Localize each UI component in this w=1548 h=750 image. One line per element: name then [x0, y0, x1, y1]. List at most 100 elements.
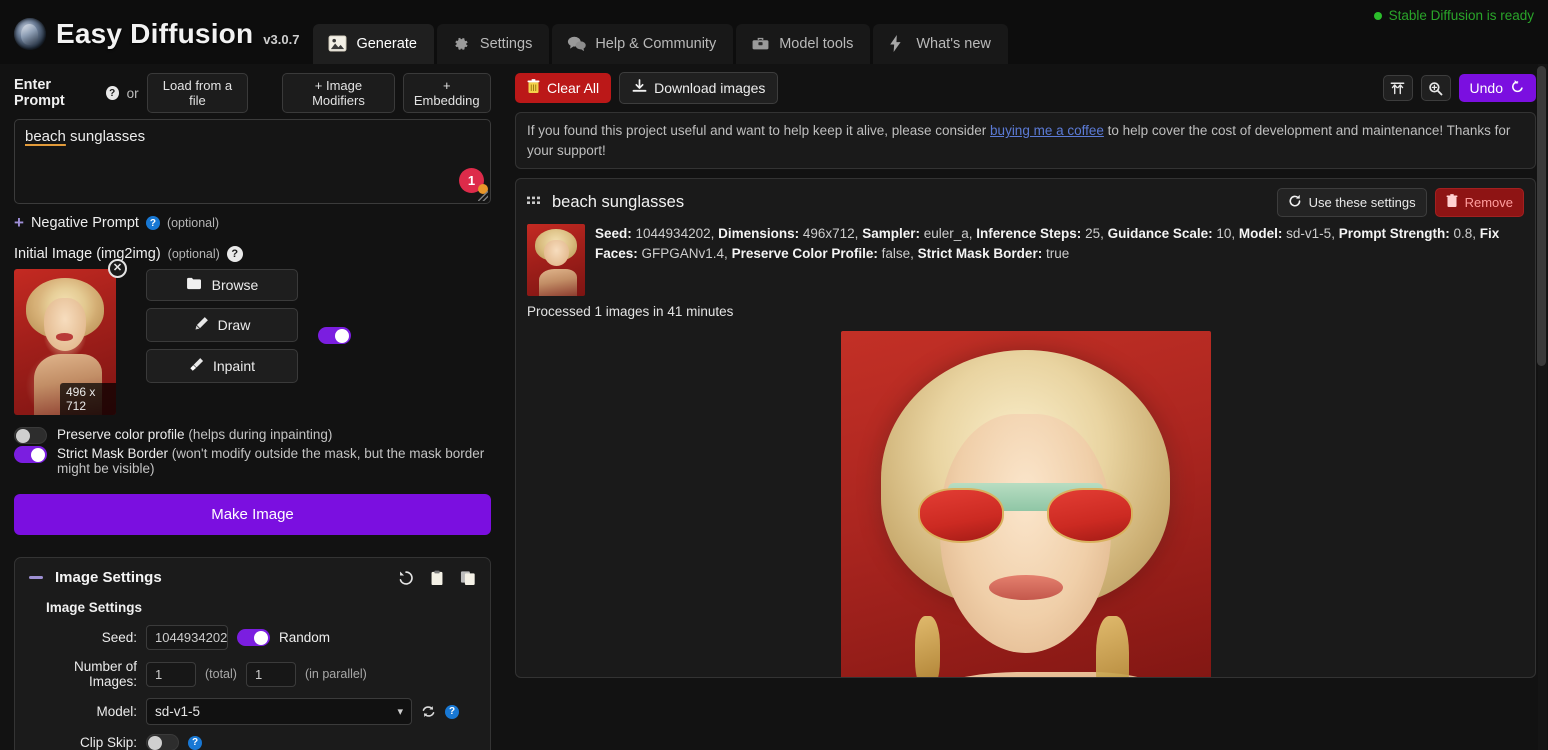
tab-settings[interactable]: Settings: [437, 24, 549, 64]
optional-label: (optional): [167, 216, 219, 230]
parallel-note: (in parallel): [305, 667, 367, 681]
close-icon[interactable]: ✕: [108, 259, 127, 278]
page-scrollbar-thumb[interactable]: [1537, 66, 1546, 366]
page-scrollbar-track[interactable]: [1538, 64, 1547, 750]
help-icon[interactable]: ?: [227, 246, 243, 262]
refresh-icon: [1288, 194, 1302, 211]
main-body: Enter Prompt ? or Load from a file + Ima…: [0, 64, 1548, 750]
preserve-color-toggle[interactable]: [14, 427, 47, 444]
random-seed-toggle[interactable]: [237, 629, 270, 646]
arrows-up-icon[interactable]: [1383, 75, 1413, 101]
initial-image-thumbnail[interactable]: 496 x 712: [14, 269, 116, 415]
use-these-settings-label: Use these settings: [1309, 195, 1416, 210]
embedding-button[interactable]: + Embedding: [403, 73, 491, 113]
meta-key: Sampler:: [862, 226, 920, 241]
thumb-lips-shape: [56, 333, 73, 340]
seed-input[interactable]: 1044934202: [146, 625, 228, 650]
or-label: or: [127, 86, 139, 101]
strict-mask-toggle[interactable]: [14, 446, 47, 463]
lightning-icon: [888, 35, 907, 52]
meta-value: 0.8,: [1450, 226, 1480, 241]
refresh-icon[interactable]: [421, 704, 436, 719]
prompt-label: Enter Prompt: [14, 77, 98, 109]
output-earring-right-shape: [1096, 616, 1129, 678]
remove-label: Remove: [1465, 195, 1513, 210]
undo-arrow-icon: [1510, 79, 1525, 97]
result-actions: Use these settings Remove: [1277, 188, 1524, 217]
number-of-images-row: Number of Images: 1 (total) 1 (in parall…: [29, 659, 476, 689]
negative-prompt-row[interactable]: + Negative Prompt ? (optional): [14, 213, 491, 233]
help-icon[interactable]: ?: [445, 705, 459, 719]
buy-me-a-coffee-link[interactable]: buying me a coffee: [990, 123, 1104, 138]
result-meta-thumbnail[interactable]: [527, 224, 585, 296]
image-settings-header[interactable]: Image Settings: [29, 569, 476, 586]
generated-image[interactable]: [841, 331, 1211, 678]
prompt-word-misspelled: beach: [25, 128, 66, 145]
draw-button[interactable]: Draw: [146, 308, 298, 342]
clip-skip-toggle[interactable]: [146, 734, 179, 750]
main-tabs: Generate Settings Help & Community Model…: [313, 24, 1007, 64]
browse-label: Browse: [212, 277, 259, 293]
inpaint-button[interactable]: Inpaint: [146, 349, 298, 383]
remove-button[interactable]: Remove: [1435, 188, 1524, 217]
collapse-icon[interactable]: [29, 576, 43, 579]
num-images-parallel-input[interactable]: 1: [246, 662, 296, 687]
tab-label: Model tools: [779, 36, 853, 52]
meta-thumb-body-shape: [539, 269, 577, 296]
magnifier-icon[interactable]: [1421, 75, 1451, 101]
download-images-button[interactable]: Download images: [619, 72, 778, 104]
help-icon[interactable]: ?: [146, 216, 160, 230]
meta-key: Seed:: [595, 226, 632, 241]
meta-value: 1044934202,: [632, 226, 718, 241]
brand: Easy Diffusion v3.0.7: [0, 18, 313, 64]
toggle-knob: [148, 736, 162, 750]
plus-icon: +: [14, 213, 24, 233]
status-badge: Stable Diffusion is ready: [1374, 8, 1534, 23]
resize-handle-icon[interactable]: [478, 191, 488, 201]
prompt-input[interactable]: beach sunglasses 1: [14, 119, 491, 204]
strict-mask-text: Strict Mask Border (won't modify outside…: [57, 446, 491, 476]
tab-model-tools[interactable]: Model tools: [736, 24, 870, 64]
browse-button[interactable]: Browse: [146, 269, 298, 301]
use-these-settings-button[interactable]: Use these settings: [1277, 188, 1427, 217]
app-logo-icon: [14, 18, 46, 50]
model-label: Model:: [29, 704, 137, 719]
tab-generate[interactable]: Generate: [313, 24, 433, 64]
meta-value: false,: [878, 246, 918, 261]
meta-key: Guidance Scale:: [1108, 226, 1213, 241]
toolbox-icon: [751, 35, 770, 52]
inpaint-toggle[interactable]: [318, 327, 351, 344]
make-image-button[interactable]: Make Image: [14, 494, 491, 535]
draw-label: Draw: [218, 317, 251, 333]
reset-icon[interactable]: [398, 570, 414, 586]
left-panel: Enter Prompt ? or Load from a file + Ima…: [0, 64, 505, 750]
tab-label: Settings: [480, 36, 532, 52]
result-metadata: Seed: 1044934202, Dimensions: 496x712, S…: [595, 224, 1524, 296]
copy-icon[interactable]: [460, 570, 476, 586]
number-of-images-label: Number of Images:: [29, 659, 137, 689]
meta-key: Prompt Strength:: [1339, 226, 1450, 241]
undo-label: Undo: [1470, 80, 1503, 96]
clipboard-icon[interactable]: [430, 570, 444, 586]
image-modifiers-button[interactable]: + Image Modifiers: [282, 73, 394, 113]
prompt-count-badge[interactable]: 1: [459, 168, 484, 193]
drag-grid-icon[interactable]: [527, 194, 541, 212]
result-header: beach sunglasses Use these settings Remo…: [527, 188, 1524, 217]
brush-icon: [189, 357, 204, 375]
load-from-file-button[interactable]: Load from a file: [147, 73, 249, 113]
tab-help-community[interactable]: Help & Community: [552, 24, 733, 64]
undo-button[interactable]: Undo: [1459, 74, 1536, 102]
model-select[interactable]: sd-v1-5 ▾: [146, 698, 412, 725]
output-lens-right: [1047, 488, 1133, 543]
result-card: beach sunglasses Use these settings Remo…: [515, 178, 1536, 678]
clear-all-button[interactable]: Clear All: [515, 73, 611, 103]
preserve-color-note: (helps during inpainting): [188, 427, 332, 442]
num-images-total-input[interactable]: 1: [146, 662, 196, 687]
output-sunglasses-shape: [918, 488, 1133, 543]
status-label: Stable Diffusion is ready: [1389, 8, 1534, 23]
help-icon[interactable]: ?: [188, 736, 202, 750]
help-icon[interactable]: ?: [106, 86, 119, 100]
toggle-knob: [254, 631, 268, 645]
page-title: Easy Diffusion: [56, 18, 253, 50]
tab-whats-new[interactable]: What's new: [873, 24, 1008, 64]
